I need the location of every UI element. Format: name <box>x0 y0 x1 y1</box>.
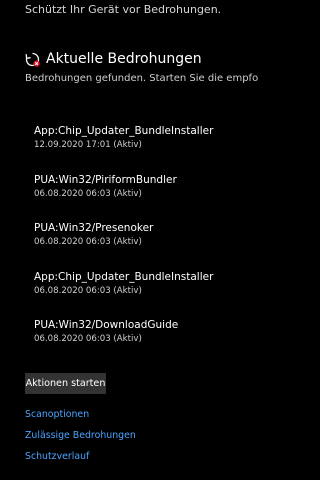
scan-options-link[interactable]: Scanoptionen <box>25 409 136 421</box>
threat-date-status: 06.08.2020 06:03 (Aktiv) <box>34 237 142 247</box>
threat-name: PUA:Win32/Presenoker <box>34 222 154 234</box>
current-threats-title: Aktuelle Bedrohungen <box>46 51 202 67</box>
threat-links: Scanoptionen Zulässige Bedrohungen Schut… <box>25 409 136 472</box>
threat-date-status: 12.09.2020 17:01 (Aktiv) <box>34 140 142 150</box>
protection-history-link[interactable]: Schutzverlauf <box>25 451 136 463</box>
threat-name: PUA:Win32/PiriformBundler <box>34 173 177 186</box>
threat-name: PUA:Win32/DownloadGuide <box>34 319 179 331</box>
threats-found-message: Bedrohungen gefunden. Starten Sie die em… <box>25 73 259 84</box>
threat-item[interactable]: App:Chip_Updater_BundleInstaller 06.08.2… <box>34 271 254 320</box>
threat-date-status: 06.08.2020 06:03 (Aktiv) <box>34 285 142 296</box>
threat-item[interactable]: App:Chip_Updater_BundleInstaller 12.09.2… <box>34 125 254 174</box>
threat-date-status: 06.08.2020 06:03 (Aktiv) <box>34 188 142 199</box>
current-threats-header: Aktuelle Bedrohungen <box>25 50 202 68</box>
allowed-threats-link[interactable]: Zulässige Bedrohungen <box>25 430 136 442</box>
threat-item[interactable]: PUA:Win32/PiriformBundler 06.08.2020 06:… <box>34 174 254 223</box>
threat-name: App:Chip_Updater_BundleInstaller <box>34 125 214 137</box>
windows-security-panel: Schützt Ihr Gerät vor Bedrohungen. Aktue… <box>0 0 259 480</box>
threat-list: App:Chip_Updater_BundleInstaller 12.09.2… <box>34 125 254 368</box>
threat-scan-icon <box>25 52 40 67</box>
threat-date-status: 06.08.2020 06:03 (Aktiv) <box>34 334 142 344</box>
protection-description: Schützt Ihr Gerät vor Bedrohungen. <box>25 3 222 16</box>
threat-name: App:Chip_Updater_BundleInstaller <box>34 270 214 283</box>
threat-item[interactable]: PUA:Win32/Presenoker 06.08.2020 06:03 (A… <box>34 222 254 271</box>
threat-item[interactable]: PUA:Win32/DownloadGuide 06.08.2020 06:03… <box>34 319 254 368</box>
start-actions-button[interactable]: Aktionen starten <box>25 373 106 394</box>
